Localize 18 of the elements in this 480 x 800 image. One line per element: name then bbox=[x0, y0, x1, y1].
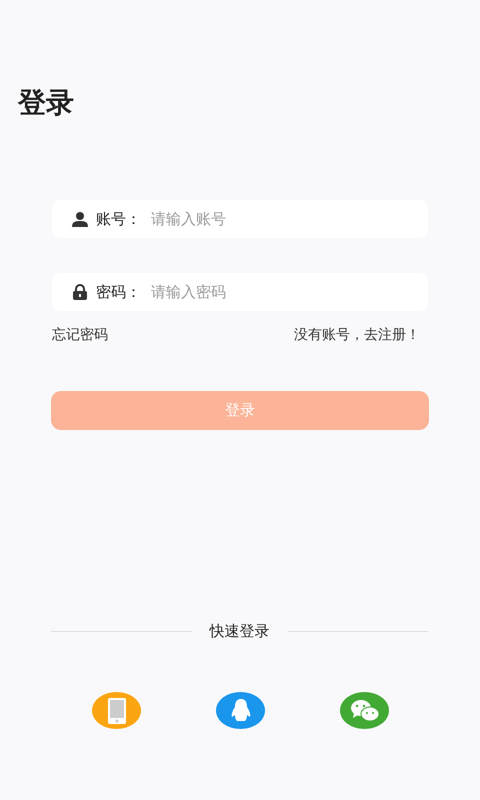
register-link[interactable]: 没有账号，去注册！ bbox=[294, 325, 420, 346]
page-title: 登录 bbox=[18, 86, 74, 120]
account-input[interactable]: 请输入账号 bbox=[149, 206, 428, 232]
account-field[interactable]: 账号： 请输入账号 bbox=[52, 200, 428, 238]
password-input[interactable]: 请输入密码 bbox=[149, 280, 428, 304]
field-label: 账号： bbox=[96, 208, 141, 230]
user-icon bbox=[72, 212, 88, 226]
password-field[interactable]: 密码： 请输入密码 bbox=[52, 273, 428, 311]
penguin-icon bbox=[230, 698, 250, 722]
lock-icon bbox=[72, 284, 88, 300]
phone-login-button[interactable] bbox=[92, 692, 141, 729]
field-label: 密码： bbox=[96, 282, 141, 303]
qq-login-button[interactable] bbox=[216, 692, 265, 729]
phone-icon bbox=[108, 698, 126, 724]
chat-bubbles-icon bbox=[350, 698, 380, 722]
section-title: 快速登录 bbox=[208, 621, 270, 642]
wechat-login-button[interactable] bbox=[340, 692, 389, 729]
forgot-password-link[interactable]: 忘记密码 bbox=[52, 325, 108, 346]
